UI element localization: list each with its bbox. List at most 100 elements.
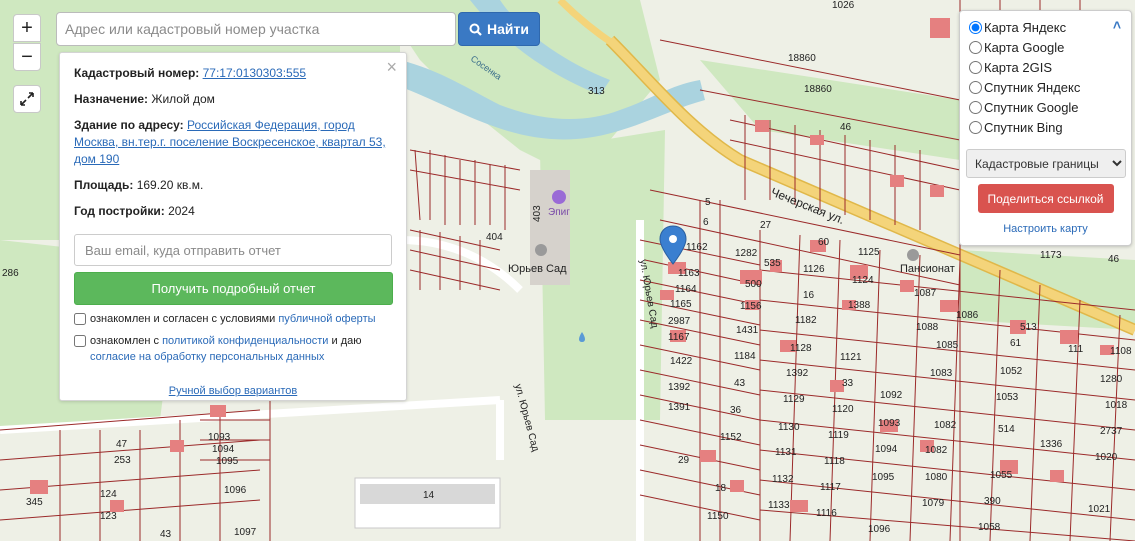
offer-text: ознакомлен и согласен с условиями публич… <box>90 311 376 327</box>
map-label: 1079 <box>922 498 945 509</box>
poi-label: Эпиг <box>548 207 570 218</box>
map-label: 1133 <box>768 500 790 511</box>
setup-map-link[interactable]: Настроить карту <box>1003 223 1088 235</box>
get-report-button[interactable]: Получить подробный отчет <box>74 272 393 305</box>
purpose-value: Жилой дом <box>151 92 215 106</box>
map-label: 345 <box>26 497 43 508</box>
consent-link[interactable]: согласие на обработку персональных данны… <box>90 351 324 363</box>
map-label: 1182 <box>795 315 817 326</box>
boundaries-select[interactable]: Кадастровые границы <box>966 149 1126 178</box>
search-input[interactable] <box>56 12 456 46</box>
map-label: 1094 <box>875 444 898 455</box>
map-label: 1095 <box>872 472 895 483</box>
map-label: 14 <box>423 490 435 501</box>
map-label: 18 <box>715 483 727 494</box>
map-label: 61 <box>1010 338 1022 349</box>
map-label: 1116 <box>816 508 837 519</box>
manual-selection-link[interactable]: Ручной выбор вариантов <box>169 385 297 397</box>
map-label: 1052 <box>1000 366 1023 377</box>
area-value: 169.20 кв.м. <box>136 178 204 192</box>
offer-agreement: ознакомлен и согласен с условиями публич… <box>74 311 392 327</box>
layer-radio[interactable] <box>969 120 982 134</box>
address-label: Здание по адресу: <box>74 118 184 132</box>
map-label: 1130 <box>778 422 800 433</box>
map-label: 1388 <box>848 300 871 311</box>
fullscreen-button[interactable] <box>13 85 41 113</box>
offer-link[interactable]: публичной оферты <box>278 313 375 325</box>
map-label: 18860 <box>788 53 816 64</box>
map-label: 46 <box>840 122 852 133</box>
cadastral-number-link[interactable]: 77:17:0130303:555 <box>203 66 306 80</box>
map-label: 1120 <box>832 404 854 415</box>
privacy-mid-label: и даю <box>331 335 362 347</box>
map-label: 1118 <box>824 456 845 467</box>
map-label: 514 <box>998 424 1015 435</box>
layer-option[interactable]: Карта Google <box>966 37 1125 57</box>
area-label: Площадь: <box>74 178 134 192</box>
privacy-text: ознакомлен с политикой конфиденциальност… <box>90 333 392 365</box>
layer-radio[interactable] <box>969 20 982 34</box>
layer-radio[interactable] <box>969 80 982 94</box>
layer-option[interactable]: Карта 2GIS <box>966 57 1125 77</box>
poi-icon <box>552 190 566 204</box>
map-label: 1164 <box>675 284 697 295</box>
layer-option[interactable]: Спутник Google <box>966 97 1125 117</box>
map-label: 1280 <box>1100 374 1123 385</box>
poi-icon <box>535 244 547 256</box>
search-button-label: Найти <box>487 21 529 37</box>
manual-selection: Ручной выбор вариантов <box>74 385 392 397</box>
privacy-policy-link[interactable]: политикой конфиденциальности <box>162 335 328 347</box>
map-label: 2737 <box>1100 426 1123 437</box>
map-label: 1150 <box>707 511 729 522</box>
close-icon[interactable]: × <box>386 57 397 78</box>
year-row: Год постройки: 2024 <box>74 203 392 220</box>
zoom-out-button[interactable]: − <box>13 43 41 71</box>
map-label: 1167 <box>668 332 690 343</box>
layer-radio[interactable] <box>969 100 982 114</box>
map-label: 1085 <box>936 340 959 351</box>
map-label: 535 <box>764 258 781 269</box>
zoom-in-button[interactable]: + <box>13 14 41 42</box>
map-label: 43 <box>160 529 172 540</box>
map-label: 1125 <box>858 247 880 258</box>
chevron-up-icon[interactable]: ˄ <box>1113 17 1121 33</box>
share-link-button[interactable]: Поделиться ссылкой <box>977 184 1114 213</box>
map-label: 27 <box>760 220 772 231</box>
map-label: 1083 <box>930 368 953 379</box>
layer-radio[interactable] <box>969 60 982 74</box>
map-label: 36 <box>730 405 742 416</box>
layer-radio[interactable] <box>969 40 982 54</box>
layer-option[interactable]: Спутник Bing <box>966 117 1125 137</box>
map-label: 1097 <box>234 527 257 538</box>
layer-option[interactable]: Карта Яндекс <box>966 17 1125 37</box>
map-label: 1184 <box>734 351 756 362</box>
privacy-checkbox[interactable] <box>74 335 86 347</box>
map-label: 1126 <box>803 264 825 275</box>
map-label: 16 <box>803 290 815 301</box>
map-label: 1026 <box>832 0 855 11</box>
offer-checkbox[interactable] <box>74 313 86 325</box>
map-label: 1082 <box>934 420 957 431</box>
map-label: 1094 <box>212 444 235 455</box>
map-label: 1086 <box>956 310 979 321</box>
search-icon <box>469 23 482 36</box>
search-button[interactable]: Найти <box>458 12 540 46</box>
map-label: 1095 <box>216 456 239 467</box>
map-label: 1162 <box>686 242 708 253</box>
year-value: 2024 <box>168 204 195 218</box>
map-label: 1080 <box>925 472 948 483</box>
map-label: 1165 <box>670 299 692 310</box>
map-label: 313 <box>588 86 605 97</box>
privacy-label: ознакомлен с <box>90 335 160 347</box>
map-label: 1087 <box>914 288 937 299</box>
layer-option[interactable]: Спутник Яндекс <box>966 77 1125 97</box>
map-label: 123 <box>100 511 117 522</box>
map-label: 500 <box>745 279 762 290</box>
poi-label: Пансионат <box>900 263 955 275</box>
layer-option-label: Карта Google <box>984 39 1065 55</box>
map-label: 1132 <box>772 474 794 485</box>
area-row: Площадь: 169.20 кв.м. <box>74 177 392 194</box>
map-label: 5 <box>705 197 711 208</box>
email-field[interactable] <box>74 234 392 266</box>
map-label: 253 <box>114 455 131 466</box>
